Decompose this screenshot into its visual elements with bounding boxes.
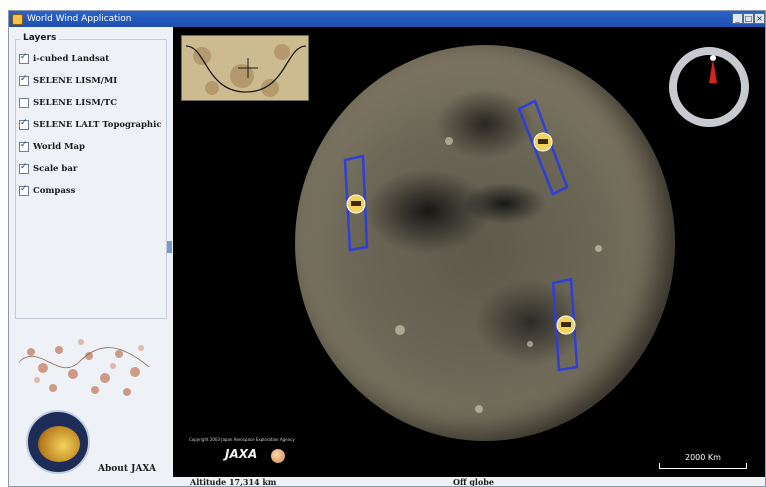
layers-panel: Layers i-cubed Landsat SELENE LISM/MI SE… [15,33,167,319]
minimize-button[interactable]: _ [732,13,743,24]
layers-panel-title: Layers [20,33,60,43]
app-icon [12,13,23,25]
layer-label: Scale bar [33,164,78,174]
application-window: World Wind Application _ □ × Layers i-cu… [8,10,766,487]
cursor-position-readout: Off globe [453,477,494,487]
layer-item-world-map[interactable]: World Map [19,140,85,154]
satellite-marker-right [556,315,576,335]
layer-item-landsat[interactable]: i-cubed Landsat [19,52,109,66]
layer-label: World Map [33,142,85,152]
compass[interactable] [669,47,749,127]
close-button[interactable]: × [754,13,765,24]
logo-moon-icon [38,426,80,462]
layer-checkbox[interactable] [19,52,29,64]
maximize-button[interactable]: □ [743,13,754,24]
copyright-notice: Copyright 2003 Japan Aerospace Explorati… [189,437,295,442]
sidebar: Layers i-cubed Landsat SELENE LISM/MI SE… [9,27,173,477]
satellite-marker-top [533,132,553,152]
layer-checkbox[interactable] [19,162,29,174]
jaxa-mission-logo[interactable] [26,410,90,474]
about-jaxa-link[interactable]: About JAXA [98,464,156,474]
title-bar[interactable]: World Wind Application _ □ × [9,11,765,27]
globe-view[interactable]: Copyright 2003 Japan Aerospace Explorati… [173,27,765,477]
layer-checkbox[interactable] [19,98,29,108]
layer-label: Compass [33,186,76,196]
compass-needle-icon [709,59,717,83]
satellite-marker-left [346,194,366,214]
layer-checkbox[interactable] [19,184,29,196]
layer-checkbox[interactable] [19,118,29,130]
layer-item-lalt-topographic[interactable]: SELENE LALT Topographic [19,118,162,132]
window-title: World Wind Application [27,14,132,24]
world-map-overview[interactable] [181,35,309,101]
mission-moon-icon [271,449,285,463]
jaxa-logo: JAXA [225,447,258,461]
layer-checkbox[interactable] [19,140,29,152]
layer-item-lism-tc[interactable]: SELENE LISM/TC [19,96,117,110]
scale-bar [659,463,747,469]
layer-item-scale-bar[interactable]: Scale bar [19,162,77,176]
layer-label: SELENE LALT Topographic [33,120,162,130]
floral-decoration [19,339,149,396]
splitter-handle[interactable] [167,241,172,253]
overview-map-graphic [182,36,308,100]
layer-label: SELENE LISM/MI [33,76,118,86]
layer-item-compass[interactable]: Compass [19,184,75,198]
status-bar: Altitude 17,314 km Off globe [9,477,765,487]
layer-label: i-cubed Landsat [33,54,110,64]
scale-bar-label: 2000 Km [685,453,721,462]
layer-label: SELENE LISM/TC [33,98,117,108]
altitude-readout: Altitude 17,314 km [190,477,277,487]
layer-item-lism-mi[interactable]: SELENE LISM/MI [19,74,117,88]
layer-checkbox[interactable] [19,74,29,86]
